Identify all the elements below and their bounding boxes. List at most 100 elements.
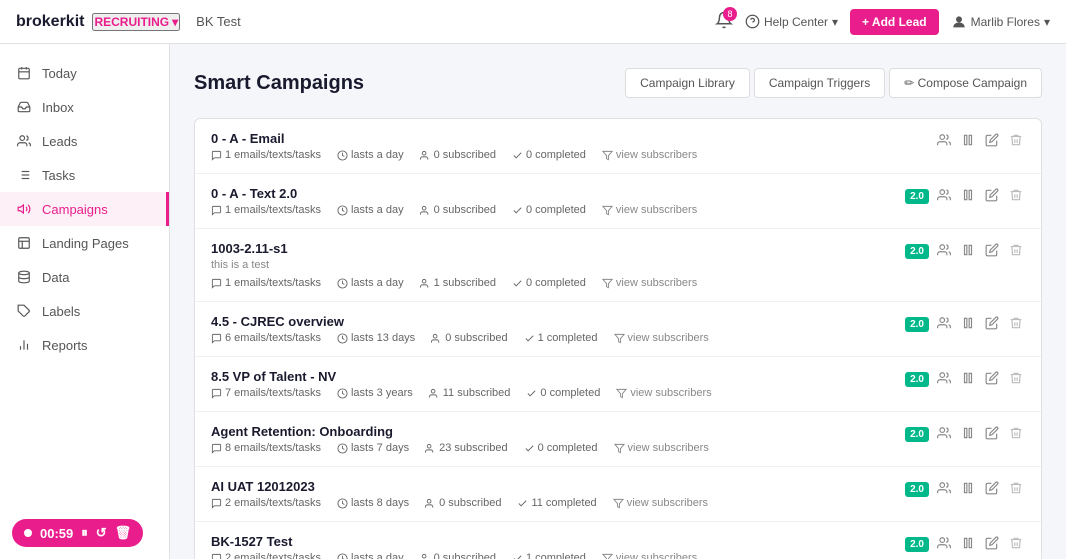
edit-campaign-icon[interactable] bbox=[983, 479, 1001, 500]
sidebar-item-data[interactable]: Data bbox=[0, 260, 169, 294]
view-subscribers[interactable]: view subscribers bbox=[602, 277, 697, 289]
sidebar: Today Inbox Leads Tasks Campaigns bbox=[0, 44, 170, 559]
pause-campaign-icon[interactable] bbox=[959, 534, 977, 555]
sidebar-label-inbox: Inbox bbox=[42, 100, 74, 115]
sidebar-item-today[interactable]: Today bbox=[0, 56, 169, 90]
sidebar-item-leads[interactable]: Leads bbox=[0, 124, 169, 158]
notification-badge: 8 bbox=[723, 7, 737, 21]
sidebar-item-campaigns[interactable]: Campaigns bbox=[0, 192, 169, 226]
campaign-name: 8.5 VP of Talent - NV bbox=[211, 369, 905, 384]
reports-icon bbox=[16, 337, 32, 353]
delete-campaign-icon[interactable] bbox=[1007, 424, 1025, 445]
delete-campaign-icon[interactable] bbox=[1007, 131, 1025, 152]
duration-meta: lasts a day bbox=[337, 204, 404, 216]
duration-meta: lasts 7 days bbox=[337, 442, 409, 454]
campaigns-list: 0 - A - Email 1 emails/texts/tasks lasts… bbox=[194, 118, 1042, 559]
recruiting-menu[interactable]: RECRUITING ▾ bbox=[92, 13, 180, 31]
completed-meta: 11 completed bbox=[517, 497, 596, 509]
delete-campaign-icon[interactable] bbox=[1007, 369, 1025, 390]
pause-icon[interactable]: ⏸ bbox=[81, 525, 88, 541]
delete-campaign-icon[interactable] bbox=[1007, 534, 1025, 555]
emails-meta: 6 emails/texts/tasks bbox=[211, 332, 321, 344]
clone-icon[interactable] bbox=[935, 479, 953, 500]
campaign-name: 0 - A - Text 2.0 bbox=[211, 186, 905, 201]
sidebar-label-landing-pages: Landing Pages bbox=[42, 236, 129, 251]
pause-campaign-icon[interactable] bbox=[959, 369, 977, 390]
pause-campaign-icon[interactable] bbox=[959, 424, 977, 445]
tab-campaign-library[interactable]: Campaign Library bbox=[625, 68, 750, 98]
subscribed-meta: 0 subscribed bbox=[431, 332, 507, 344]
edit-campaign-icon[interactable] bbox=[983, 369, 1001, 390]
view-subscribers[interactable]: view subscribers bbox=[602, 149, 697, 161]
campaign-item: 8.5 VP of Talent - NV 7 emails/texts/tas… bbox=[195, 357, 1041, 412]
sidebar-item-reports[interactable]: Reports bbox=[0, 328, 169, 362]
emails-meta: 2 emails/texts/tasks bbox=[211, 497, 321, 509]
pause-campaign-icon[interactable] bbox=[959, 241, 977, 262]
subscribed-meta: 0 subscribed bbox=[420, 149, 496, 161]
tab-compose-campaign[interactable]: ✏ Compose Campaign bbox=[889, 68, 1042, 98]
campaign-meta: 6 emails/texts/tasks lasts 13 days 0 sub… bbox=[211, 332, 905, 344]
help-button[interactable]: Help Center ▾ bbox=[745, 14, 838, 29]
tab-campaign-triggers[interactable]: Campaign Triggers bbox=[754, 68, 885, 98]
campaign-actions bbox=[935, 131, 1025, 152]
view-subscribers[interactable]: view subscribers bbox=[602, 204, 697, 216]
delete-campaign-icon[interactable] bbox=[1007, 241, 1025, 262]
completed-meta: 0 completed bbox=[524, 442, 598, 454]
edit-campaign-icon[interactable] bbox=[983, 241, 1001, 262]
delete-campaign-icon[interactable] bbox=[1007, 479, 1025, 500]
version-badge: 2.0 bbox=[905, 372, 929, 387]
view-subscribers[interactable]: view subscribers bbox=[602, 552, 697, 559]
recording-time: 00:59 bbox=[40, 526, 73, 541]
pause-campaign-icon[interactable] bbox=[959, 479, 977, 500]
subscribed-meta: 0 subscribed bbox=[420, 204, 496, 216]
restart-icon[interactable]: ↺ bbox=[96, 525, 107, 541]
sidebar-item-labels[interactable]: Labels bbox=[0, 294, 169, 328]
recording-dot bbox=[24, 529, 32, 537]
add-lead-button[interactable]: + Add Lead bbox=[850, 9, 939, 35]
clone-icon[interactable] bbox=[935, 424, 953, 445]
version-badge: 2.0 bbox=[905, 482, 929, 497]
pause-campaign-icon[interactable] bbox=[959, 131, 977, 152]
delete-campaign-icon[interactable] bbox=[1007, 314, 1025, 335]
clone-icon[interactable] bbox=[935, 131, 953, 152]
users-icon bbox=[16, 133, 32, 149]
subscribed-meta: 11 subscribed bbox=[429, 387, 511, 399]
clone-icon[interactable] bbox=[935, 186, 953, 207]
logo: brokerkit bbox=[16, 13, 84, 31]
view-subscribers[interactable]: view subscribers bbox=[616, 387, 711, 399]
stop-icon[interactable]: 🗑 bbox=[115, 525, 132, 541]
campaign-actions: 2.0 bbox=[905, 534, 1025, 555]
edit-campaign-icon[interactable] bbox=[983, 424, 1001, 445]
edit-campaign-icon[interactable] bbox=[983, 131, 1001, 152]
completed-meta: 1 completed bbox=[512, 552, 586, 559]
sidebar-item-inbox[interactable]: Inbox bbox=[0, 90, 169, 124]
clone-icon[interactable] bbox=[935, 314, 953, 335]
campaign-item: AI UAT 12012023 2 emails/texts/tasks las… bbox=[195, 467, 1041, 522]
view-subscribers[interactable]: view subscribers bbox=[613, 497, 708, 509]
version-badge: 2.0 bbox=[905, 537, 929, 552]
pause-campaign-icon[interactable] bbox=[959, 186, 977, 207]
clone-icon[interactable] bbox=[935, 241, 953, 262]
notifications-button[interactable]: 8 bbox=[715, 11, 733, 32]
campaign-name: Agent Retention: Onboarding bbox=[211, 424, 905, 439]
delete-campaign-icon[interactable] bbox=[1007, 186, 1025, 207]
pause-campaign-icon[interactable] bbox=[959, 314, 977, 335]
clone-icon[interactable] bbox=[935, 534, 953, 555]
calendar-icon bbox=[16, 65, 32, 81]
edit-campaign-icon[interactable] bbox=[983, 314, 1001, 335]
campaign-item: 4.5 - CJREC overview 6 emails/texts/task… bbox=[195, 302, 1041, 357]
user-menu[interactable]: Marlib Flores ▾ bbox=[951, 14, 1050, 30]
clone-icon[interactable] bbox=[935, 369, 953, 390]
duration-meta: lasts 3 years bbox=[337, 387, 413, 399]
emails-meta: 1 emails/texts/tasks bbox=[211, 277, 321, 289]
top-nav: brokerkit RECRUITING ▾ BK Test 8 Help Ce… bbox=[0, 0, 1066, 44]
sidebar-item-tasks[interactable]: Tasks bbox=[0, 158, 169, 192]
completed-meta: 1 completed bbox=[524, 332, 598, 344]
edit-campaign-icon[interactable] bbox=[983, 186, 1001, 207]
view-subscribers[interactable]: view subscribers bbox=[614, 332, 709, 344]
sidebar-label-data: Data bbox=[42, 270, 69, 285]
edit-campaign-icon[interactable] bbox=[983, 534, 1001, 555]
header-tabs: Campaign Library Campaign Triggers ✏ Com… bbox=[625, 68, 1042, 98]
sidebar-item-landing-pages[interactable]: Landing Pages bbox=[0, 226, 169, 260]
view-subscribers[interactable]: view subscribers bbox=[614, 442, 709, 454]
